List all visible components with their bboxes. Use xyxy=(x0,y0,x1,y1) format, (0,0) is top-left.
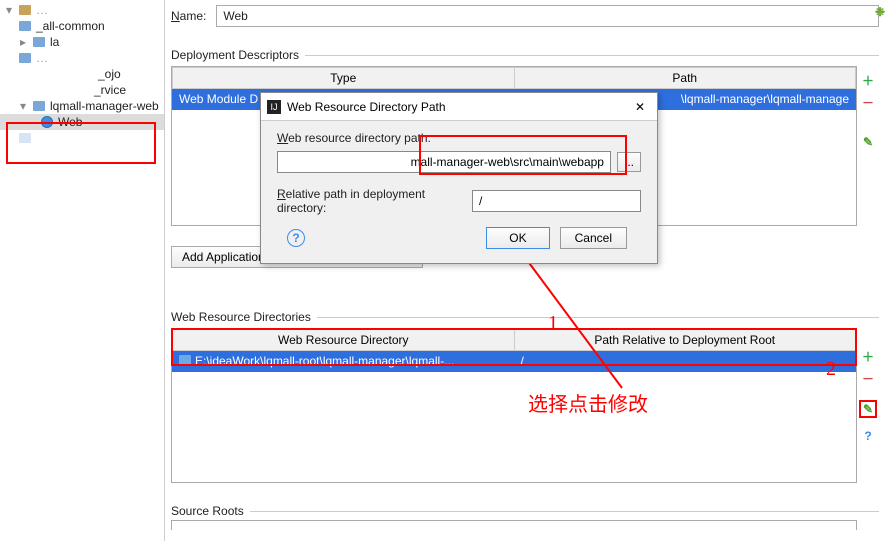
folder-icon xyxy=(18,51,32,65)
project-tree: ▾ … _all-common ▸ la … _ojo _rvice ▾ lqm… xyxy=(0,0,165,541)
tree-item[interactable]: ▾ … xyxy=(0,2,164,18)
relative-path-input[interactable] xyxy=(472,190,641,212)
resource-table: Web Resource Directory Path Relative to … xyxy=(171,328,857,483)
tree-item[interactable]: _all-common xyxy=(0,18,164,34)
ok-button[interactable]: OK xyxy=(486,227,549,249)
tree-item[interactable]: … xyxy=(0,50,164,66)
section-title: Source Roots xyxy=(171,504,879,518)
folder-icon xyxy=(32,35,46,49)
section-label: Source Roots xyxy=(171,504,244,518)
tree-item-web[interactable]: Web xyxy=(0,114,164,130)
chevron-right-icon: ▸ xyxy=(18,37,28,47)
tree-item[interactable]: ▸ la xyxy=(0,34,164,50)
edit-button[interactable]: ✎ xyxy=(859,400,877,418)
intellij-icon: IJ xyxy=(267,100,281,114)
tree-label: Web xyxy=(58,115,82,129)
source-roots-table xyxy=(171,520,857,530)
browse-button[interactable]: ... xyxy=(617,152,641,172)
folder-icon xyxy=(18,3,32,17)
tree-label: _rvice xyxy=(18,83,126,97)
col-header[interactable]: Web Resource Directory xyxy=(173,330,515,351)
table-row[interactable]: E:\ideaWork\lqmall-root\lqmall-manager\l… xyxy=(173,351,856,372)
directory-path-input[interactable] xyxy=(277,151,611,173)
cancel-button[interactable]: Cancel xyxy=(560,227,627,249)
remove-button[interactable]: － xyxy=(860,370,876,386)
table-toolbar: ＋ － ✎ ? xyxy=(857,344,879,444)
tree-item[interactable]: _ojo xyxy=(0,66,164,82)
section-label: Deployment Descriptors xyxy=(171,48,299,62)
tree-label: _all-common xyxy=(36,19,105,33)
facet-editor: Name: Deployment Descriptors Type Path W… xyxy=(165,0,885,541)
divider xyxy=(250,511,879,512)
name-input[interactable] xyxy=(216,5,879,27)
divider xyxy=(305,55,879,56)
tree-item[interactable]: ▾ lqmall-manager-web xyxy=(0,98,164,114)
cell: E:\ideaWork\lqmall-root\lqmall-manager\l… xyxy=(173,351,515,372)
tree-label: _ojo xyxy=(18,67,121,81)
close-icon[interactable]: ✕ xyxy=(629,100,651,114)
tree-label: la xyxy=(50,35,59,49)
cell: / xyxy=(514,351,856,372)
field-label: Web resource directory path: xyxy=(277,131,641,145)
table-toolbar: ＋ － ✎ xyxy=(857,68,879,150)
tree-label: … xyxy=(36,3,48,17)
help-icon[interactable]: ? xyxy=(287,229,305,247)
section-title: Web Resource Directories xyxy=(171,310,879,324)
chevron-down-icon: ▾ xyxy=(18,101,28,111)
section-label: Web Resource Directories xyxy=(171,310,311,324)
dialog-web-resource-path: IJ Web Resource Directory Path ✕ Web res… xyxy=(260,92,658,264)
add-button[interactable]: ＋ xyxy=(860,348,876,364)
col-header[interactable]: Path Relative to Deployment Root xyxy=(514,330,856,351)
folder-icon xyxy=(32,99,46,113)
remove-button[interactable]: － xyxy=(860,94,876,110)
col-header[interactable]: Type xyxy=(173,68,515,89)
dialog-title: Web Resource Directory Path xyxy=(287,100,629,114)
field-label: Relative path in deployment directory: xyxy=(277,187,466,215)
folder-icon xyxy=(18,19,32,33)
section-title: Deployment Descriptors xyxy=(171,48,879,62)
edit-button[interactable]: ✎ xyxy=(860,134,876,150)
tree-item[interactable] xyxy=(0,130,164,146)
web-icon xyxy=(40,115,54,129)
tree-label: … xyxy=(36,51,48,65)
folder-icon xyxy=(18,131,32,145)
bug-icon[interactable]: ❉ xyxy=(872,4,885,20)
tree-item[interactable]: _rvice xyxy=(0,82,164,98)
name-label: Name: xyxy=(171,9,206,23)
divider xyxy=(317,317,879,318)
col-header[interactable]: Path xyxy=(514,68,856,89)
tree-label: lqmall-manager-web xyxy=(50,99,159,113)
help-button[interactable]: ? xyxy=(860,428,876,444)
add-button[interactable]: ＋ xyxy=(860,72,876,88)
chevron-down-icon: ▾ xyxy=(4,5,14,15)
